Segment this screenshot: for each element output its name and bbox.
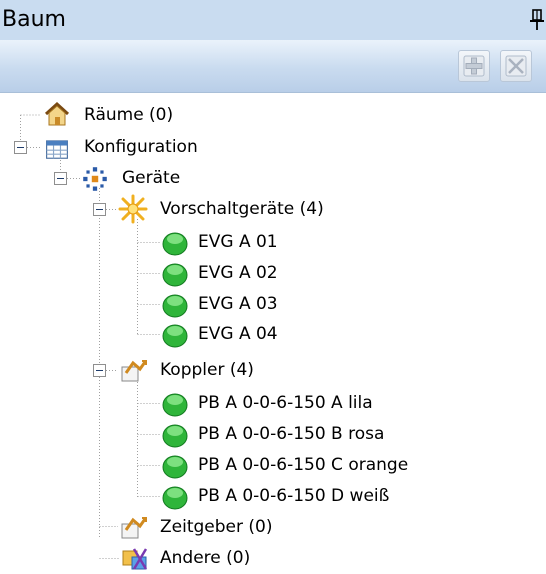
tree-node-label: Konfiguration [84,137,198,157]
panel-title: Baum [2,7,66,32]
tree-node-label: PB A 0-0-6-150 C orange [198,455,409,475]
tree-node-evg[interactable]: EVG A 01 [0,227,420,257]
tree-node-label: EVG A 04 [198,324,278,344]
tree-node-label: Geräte [122,168,181,188]
tree-node-label: PB A 0-0-6-150 D weiß [198,486,390,506]
tree-node-konfiguration[interactable]: Konfiguration [0,132,400,162]
tree-node-pb[interactable]: PB A 0-0-6-150 D weiß [0,481,460,511]
close-icon [505,55,527,77]
tree-node-label: Zeitgeber (0) [160,517,273,537]
green-device-icon [162,486,188,510]
plus-icon [463,55,485,77]
ballast-icon [118,194,148,224]
collapse-toggle[interactable] [14,141,27,154]
tree-node-raeume[interactable]: Räume (0) [0,100,400,130]
device-tree: Räume (0) Konfiguration Geräte Vorschalt… [0,92,546,573]
green-device-icon [162,424,188,448]
tree-node-geraete[interactable]: Geräte [0,163,400,193]
tree-node-pb[interactable]: PB A 0-0-6-150 B rosa [0,419,460,449]
tree-node-label: EVG A 01 [198,232,278,252]
tree-node-label: Koppler (4) [160,360,254,380]
tree-node-evg[interactable]: EVG A 03 [0,289,420,319]
collapse-toggle[interactable] [54,172,67,185]
tree-node-evg[interactable]: EVG A 02 [0,258,420,288]
tree-node-label: Andere (0) [160,548,251,568]
tree-node-andere[interactable]: Andere (0) [0,543,400,573]
tree-node-zeitgeber[interactable]: Zeitgeber (0) [0,512,400,542]
collapse-toggle[interactable] [93,203,106,216]
tree-toolbar [0,40,546,93]
devices-icon [83,167,107,191]
tree-node-label: PB A 0-0-6-150 B rosa [198,424,385,444]
table-icon [46,140,68,159]
tree-node-pb[interactable]: PB A 0-0-6-150 C orange [0,450,470,480]
add-button[interactable] [458,50,490,82]
pin-icon[interactable] [530,8,544,32]
green-device-icon [162,232,188,256]
green-device-icon [162,393,188,417]
tree-node-koppler[interactable]: Koppler (4) [0,355,400,385]
tree-node-pb[interactable]: PB A 0-0-6-150 A lila [0,388,460,418]
remove-button[interactable] [500,50,532,82]
coupler-icon [121,360,147,382]
tree-node-label: Vorschaltgeräte (4) [160,199,324,219]
panel-header: Baum [0,0,546,40]
tree-node-label: EVG A 02 [198,263,278,283]
tree-node-label: EVG A 03 [198,294,278,314]
other-icon [122,548,148,570]
tree-node-evg[interactable]: EVG A 04 [0,319,420,349]
timer-icon [121,517,147,539]
tree-node-label: PB A 0-0-6-150 A lila [198,393,373,413]
green-device-icon [162,324,188,348]
green-device-icon [162,455,188,479]
green-device-icon [162,294,188,318]
house-icon [44,101,70,126]
collapse-toggle[interactable] [93,364,106,377]
tree-node-vorschaltgeraete[interactable]: Vorschaltgeräte (4) [0,194,400,224]
tree-node-label: Räume (0) [84,105,174,125]
green-device-icon [162,263,188,287]
